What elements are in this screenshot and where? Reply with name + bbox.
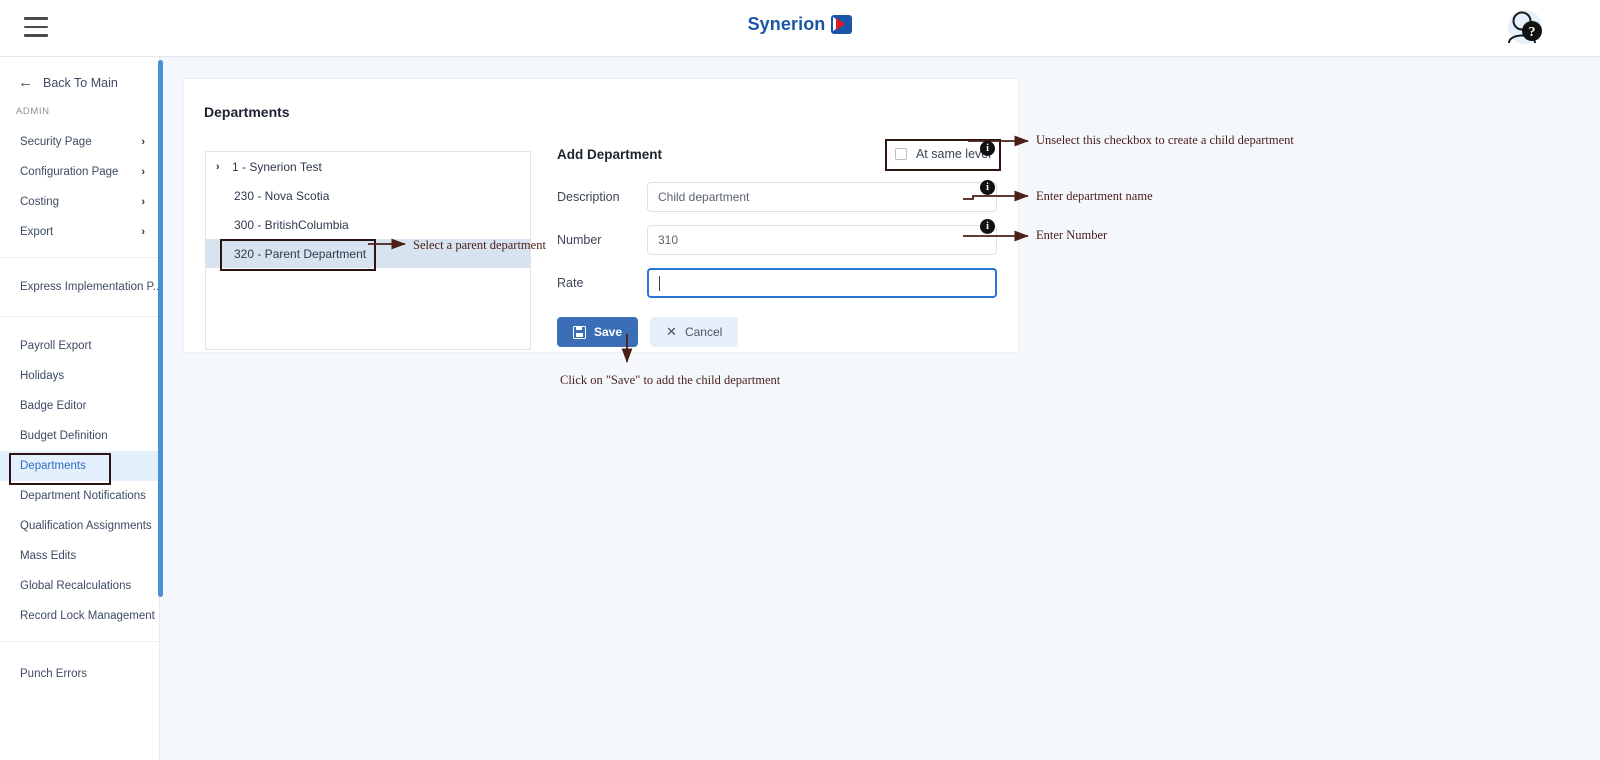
info-icon[interactable]: i [980,141,995,156]
sidebar-item-mass-edits[interactable]: Mass Edits [0,541,159,571]
annotation-number-note: Enter Number [1036,228,1108,242]
floppy-disk-icon [573,325,586,339]
sidebar-item-label: Budget Definition [20,430,108,442]
sidebar-group-bottom: Punch Errors [0,642,159,699]
sidebar-item-payroll-export[interactable]: Payroll Export [0,331,159,361]
back-to-main-label: Back To Main [43,75,118,90]
annotation-save-note: Click on "Save" to add the child departm… [560,373,781,387]
sidebar-item-punch-errors[interactable]: Punch Errors [0,659,159,689]
chevron-right-icon: › [141,136,145,148]
sidebar-item-label: Configuration Page [20,166,119,178]
sidebar-item-label: Global Recalculations [20,580,132,592]
text-caret [659,275,660,291]
checkbox-box-icon[interactable] [894,148,907,160]
sidebar-item-express-implementation[interactable]: Express Implementation P... [0,272,159,302]
tree-row[interactable]: 300 - BritishColumbia [206,210,530,239]
brand-logo: Synerion [0,14,1600,35]
close-x-icon: ✕ [666,324,677,339]
brand-name: Synerion [747,14,826,34]
description-input[interactable]: Child department [647,182,997,212]
sidebar-item-label: Express Implementation P... [20,281,160,293]
form-header: Add Department At same level [557,139,1002,171]
chevron-right-icon: › [141,166,145,178]
number-input[interactable]: 310 [647,225,997,255]
cancel-button[interactable]: ✕ Cancel [650,317,739,347]
departments-card: Departments › 1 - Synerion Test 230 - No… [183,78,1019,353]
sidebar-group-express: Express Implementation P... [0,258,159,317]
number-label: Number [557,233,602,247]
tree-row[interactable]: 230 - Nova Scotia [206,181,530,210]
sidebar-item-label: Export [20,226,54,238]
description-field-row: Description Child department [557,182,997,212]
app-root: Synerion ? ← Back To Main ADMIN Security… [0,0,1600,760]
sidebar-group-main: Payroll Export Holidays Badge Editor Bud… [0,317,159,642]
chevron-right-icon: › [141,196,145,208]
sidebar-item-holidays[interactable]: Holidays [0,361,159,391]
save-button[interactable]: Save [557,317,639,347]
sidebar-item-label: Security Page [20,136,92,148]
annotation-description-note: Enter department name [1036,189,1153,203]
sidebar-item-configuration-page[interactable]: Configuration Page › [0,157,159,187]
tree-row-label: 300 - BritishColumbia [234,217,349,232]
chevron-right-icon: › [141,226,145,238]
synerion-mark-icon [831,15,853,34]
sidebar-item-qualification-assignments[interactable]: Qualification Assignments [0,511,159,541]
sidebar-item-label: Punch Errors [20,668,88,680]
sidebar-section-admin: ADMIN [16,106,50,117]
info-icon[interactable]: i [980,180,995,195]
rate-field-row: Rate [557,268,997,298]
tree-row-label: 320 - Parent Department [234,246,367,261]
sidebar-item-label: Record Lock Management [20,610,155,622]
sidebar-scrollbar-thumb[interactable] [158,60,163,597]
sidebar-item-export[interactable]: Export › [0,217,159,247]
cancel-button-label: Cancel [684,325,723,339]
rate-label: Rate [557,276,584,290]
arrow-left-icon: ← [18,74,33,91]
svg-text:?: ? [1529,25,1536,40]
sidebar-item-label: Mass Edits [20,550,77,562]
sidebar-item-departments[interactable]: Departments [0,451,159,485]
tree-row[interactable]: › 1 - Synerion Test [206,152,530,181]
chevron-right-icon[interactable]: › [216,161,232,173]
sidebar: ← Back To Main ADMIN Security Page › Con… [0,57,160,760]
sidebar-group-expandable: Security Page › Configuration Page › Cos… [0,127,159,258]
sidebar-item-department-notifications[interactable]: Department Notifications [0,481,159,511]
info-icon[interactable]: i [980,219,995,234]
add-department-form: Add Department At same level Description… [557,139,1002,347]
rate-input[interactable] [647,268,997,298]
annotation-tree-note: Select a parent department [413,238,546,252]
sidebar-item-label: Costing [20,196,59,208]
sidebar-item-record-lock-management[interactable]: Record Lock Management [0,601,159,631]
sidebar-item-badge-editor[interactable]: Badge Editor [0,391,159,421]
tree-row-label: 1 - Synerion Test [232,159,322,174]
annotation-checkbox-note: Unselect this checkbox to create a child… [1036,133,1294,147]
sidebar-item-security-page[interactable]: Security Page › [0,127,159,157]
sidebar-item-label: Departments [20,460,86,472]
sidebar-item-label: Payroll Export [20,340,92,352]
tree-row-label: 230 - Nova Scotia [234,188,330,203]
sidebar-item-label: Department Notifications [20,490,146,502]
number-field-row: Number 310 [557,225,997,255]
help-question-icon[interactable]: ? [1502,6,1548,52]
sidebar-item-costing[interactable]: Costing › [0,187,159,217]
sidebar-item-label: Badge Editor [20,400,87,412]
sidebar-item-label: Holidays [20,370,65,382]
main-content: Departments › 1 - Synerion Test 230 - No… [164,57,1600,760]
sidebar-item-budget-definition[interactable]: Budget Definition [0,421,159,451]
save-button-label: Save [594,325,623,339]
form-title: Add Department [557,146,663,162]
form-buttons: Save ✕ Cancel [557,317,997,347]
top-bar: Synerion ? [0,0,1600,57]
page-title: Departments [204,104,290,120]
sidebar-item-global-recalculations[interactable]: Global Recalculations [0,571,159,601]
sidebar-item-label: Qualification Assignments [20,520,152,532]
description-label: Description [557,190,620,204]
back-to-main-button[interactable]: ← Back To Main [0,57,159,102]
